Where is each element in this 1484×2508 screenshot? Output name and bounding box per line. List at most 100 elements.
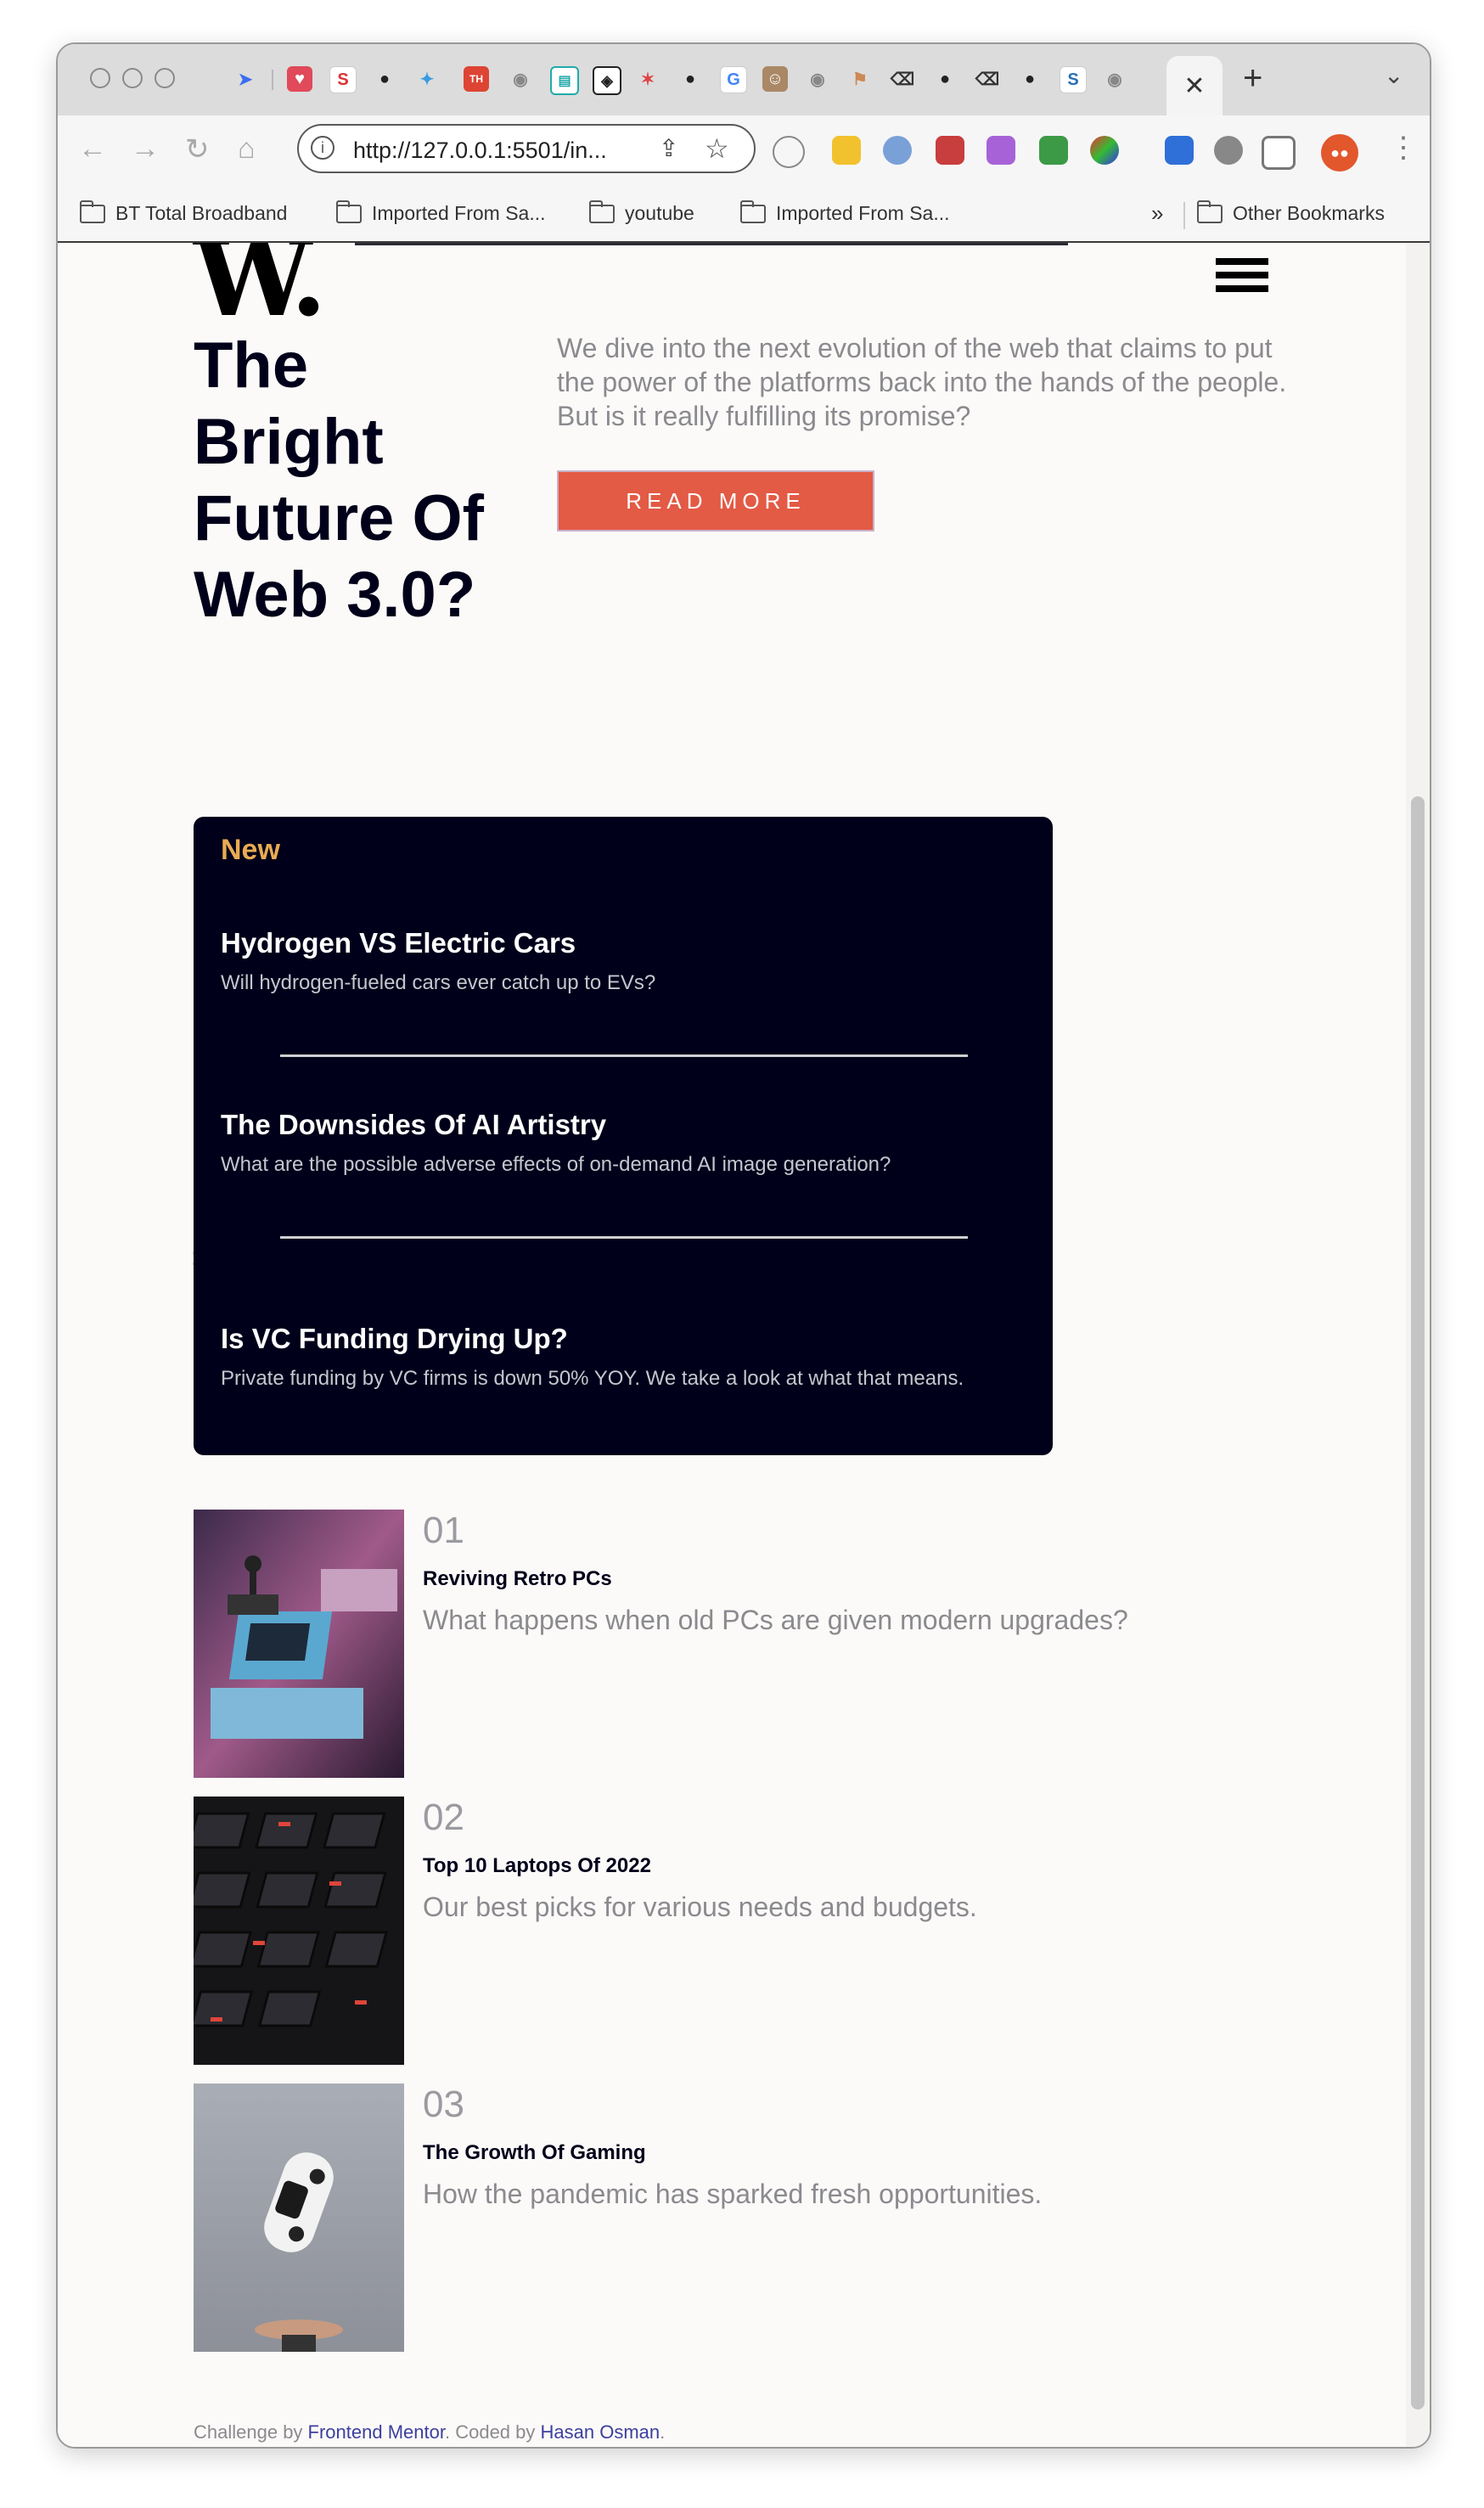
share-icon[interactable]: ⇪: [659, 134, 678, 162]
tab-sheet-icon[interactable]: ▤: [550, 66, 579, 95]
bookmark-folder[interactable]: Imported From Sa...: [336, 200, 546, 225]
footer-text: Challenge by: [194, 2421, 308, 2443]
extension-icon-5[interactable]: [987, 136, 1015, 165]
bookmark-folder[interactable]: youtube: [589, 200, 694, 225]
extension-icon-6[interactable]: [1039, 136, 1068, 165]
tab-globe-icon-2[interactable]: ◉: [805, 66, 830, 92]
tab-globe-icon[interactable]: ◉: [508, 66, 533, 92]
footer-text: .: [660, 2421, 666, 2443]
article-number: 03: [423, 2083, 464, 2125]
puzzle-icon[interactable]: [1214, 136, 1243, 165]
new-tab-button[interactable]: +: [1243, 59, 1262, 98]
new-article-text: Will hydrogen-fueled cars ever catch up …: [221, 971, 656, 994]
hamburger-menu-icon[interactable]: [1216, 258, 1268, 299]
active-tab[interactable]: ✕: [1166, 56, 1223, 115]
more-menu-icon[interactable]: ⋮: [1389, 131, 1418, 165]
new-article-title[interactable]: Is VC Funding Drying Up?: [221, 1323, 1019, 1355]
divider: [280, 1236, 968, 1239]
retro-pc-image[interactable]: [194, 1510, 404, 1778]
tab-github-icon-3[interactable]: ●: [932, 66, 958, 92]
article-item[interactable]: 01 Reviving Retro PCs What happens when …: [194, 1510, 1382, 1778]
article-item[interactable]: 03 The Growth Of Gaming How the pandemic…: [194, 2083, 1382, 2352]
browser-window: ➤ ♥ S ● ✦ TH ◉ ▤ ◈ ✶ ● G ☺ ◉ ⚑ ⌫ ● ⌫ ● S…: [56, 42, 1431, 2449]
tab-codepen-icon[interactable]: ◈: [593, 66, 621, 95]
author-link[interactable]: Hasan Osman: [541, 2421, 660, 2443]
tab-github-icon-2[interactable]: ●: [677, 66, 703, 92]
bookmark-label: youtube: [625, 202, 694, 224]
tab-eraser-icon-2[interactable]: ⌫: [975, 66, 1000, 92]
reload-icon[interactable]: ↻: [185, 132, 210, 166]
eyedropper-extension-icon[interactable]: [773, 136, 805, 168]
extension-icon-3[interactable]: [883, 136, 912, 165]
scrollbar-track[interactable]: [1406, 243, 1430, 2447]
notes-extension-icon[interactable]: [832, 136, 861, 165]
tab-s-icon-2[interactable]: S: [1060, 66, 1087, 93]
stray-character: ;: [191, 1243, 199, 1271]
extension-icon-4[interactable]: [936, 136, 964, 165]
tab-misc-icon[interactable]: ⚑: [847, 66, 873, 92]
article-title[interactable]: Reviving Retro PCs: [423, 1567, 612, 1591]
extension-icon-7[interactable]: [1090, 136, 1119, 165]
back-icon[interactable]: ←: [78, 132, 107, 166]
new-article-title[interactable]: The Downsides Of AI Artistry: [221, 1109, 1019, 1141]
home-icon[interactable]: ⌂: [238, 132, 256, 166]
article-description: What happens when old PCs are given mode…: [423, 1605, 1128, 1635]
tab-github-icon[interactable]: ●: [372, 66, 397, 92]
address-bar[interactable]: i http://127.0.0.1:5501/in... ⇪ ☆: [297, 124, 756, 173]
tab-bird-icon[interactable]: ✦: [414, 66, 440, 92]
frontend-mentor-link[interactable]: Frontend Mentor: [308, 2421, 445, 2443]
read-more-button[interactable]: READ MORE: [557, 470, 874, 531]
close-window-button[interactable]: [90, 68, 110, 88]
tab-th-icon[interactable]: TH: [464, 66, 489, 92]
new-article-title[interactable]: Hydrogen VS Electric Cars: [221, 927, 1019, 959]
bookmark-folder[interactable]: Imported From Sa...: [740, 200, 950, 225]
chevron-down-icon[interactable]: ⌄: [1384, 61, 1403, 89]
url-text[interactable]: http://127.0.0.1:5501/in...: [353, 138, 607, 164]
bookmark-star-icon[interactable]: ☆: [705, 132, 729, 165]
bookmarks-bar: BT Total Broadband Imported From Sa... y…: [58, 190, 1430, 243]
site-info-icon[interactable]: i: [311, 136, 334, 160]
tab-avatar-icon[interactable]: ☺: [762, 66, 788, 92]
tab-pocket-icon[interactable]: ♥: [287, 66, 312, 92]
page-viewport: W. The Bright Future Of Web 3.0? We dive…: [58, 243, 1430, 2447]
minimize-window-button[interactable]: [122, 68, 143, 88]
folder-icon: [80, 200, 105, 223]
tab-google-icon[interactable]: G: [720, 66, 747, 93]
bookmark-folder[interactable]: BT Total Broadband: [80, 200, 288, 225]
new-article-item[interactable]: Is VC Funding Drying Up? Private funding…: [221, 1323, 1019, 1391]
article-number: 02: [423, 1797, 464, 1838]
profile-avatar[interactable]: ●●: [1321, 134, 1358, 172]
tab-star-icon[interactable]: ✶: [635, 66, 660, 92]
forward-icon[interactable]: →: [131, 132, 160, 166]
tab-globe-icon-3[interactable]: ◉: [1102, 66, 1127, 92]
article-title[interactable]: The Growth Of Gaming: [423, 2141, 646, 2165]
game-controller-image[interactable]: [194, 2083, 404, 2352]
tab-arrow-icon[interactable]: ➤: [233, 66, 258, 92]
new-article-item[interactable]: Hydrogen VS Electric Cars Will hydrogen-…: [221, 927, 1019, 995]
tab-github-icon-4[interactable]: ●: [1017, 66, 1043, 92]
tab-s-icon[interactable]: S: [329, 66, 357, 93]
close-tab-icon[interactable]: ✕: [1183, 71, 1205, 101]
browser-toolbar: ← → ↻ ⌂ i http://127.0.0.1:5501/in... ⇪ …: [58, 115, 1430, 190]
bookmark-label: Imported From Sa...: [372, 202, 546, 224]
hero-title: The Bright Future Of Web 3.0?: [194, 329, 484, 631]
tab-strip: ➤ ♥ S ● ✦ TH ◉ ▤ ◈ ✶ ● G ☺ ◉ ⚑ ⌫ ● ⌫ ● S…: [58, 44, 1430, 116]
scrollbar-thumb[interactable]: [1411, 796, 1425, 2410]
zoom-window-button[interactable]: [155, 68, 175, 88]
new-article-item[interactable]: The Downsides Of AI Artistry What are th…: [221, 1109, 1019, 1177]
other-bookmarks-folder[interactable]: Other Bookmarks: [1197, 200, 1385, 225]
article-title[interactable]: Top 10 Laptops Of 2022: [423, 1854, 651, 1878]
tab-eraser-icon[interactable]: ⌫: [890, 66, 915, 92]
bookmark-label: Other Bookmarks: [1233, 202, 1385, 224]
sidebar-toggle-icon[interactable]: [1262, 136, 1296, 170]
divider: [280, 1054, 968, 1057]
new-heading: New: [221, 834, 280, 866]
article-item[interactable]: 02 Top 10 Laptops Of 2022 Our best picks…: [194, 1797, 1382, 2065]
site-logo[interactable]: W.: [194, 243, 327, 340]
bookmark-label: Imported From Sa...: [776, 202, 950, 224]
bookmarks-overflow-button[interactable]: »: [1151, 200, 1163, 227]
bookmark-label: BT Total Broadband: [115, 202, 288, 224]
hero-description: We dive into the next evolution of the w…: [557, 333, 1287, 431]
pen-extension-icon[interactable]: [1165, 136, 1194, 165]
laptop-keyboard-image[interactable]: [194, 1797, 404, 2065]
